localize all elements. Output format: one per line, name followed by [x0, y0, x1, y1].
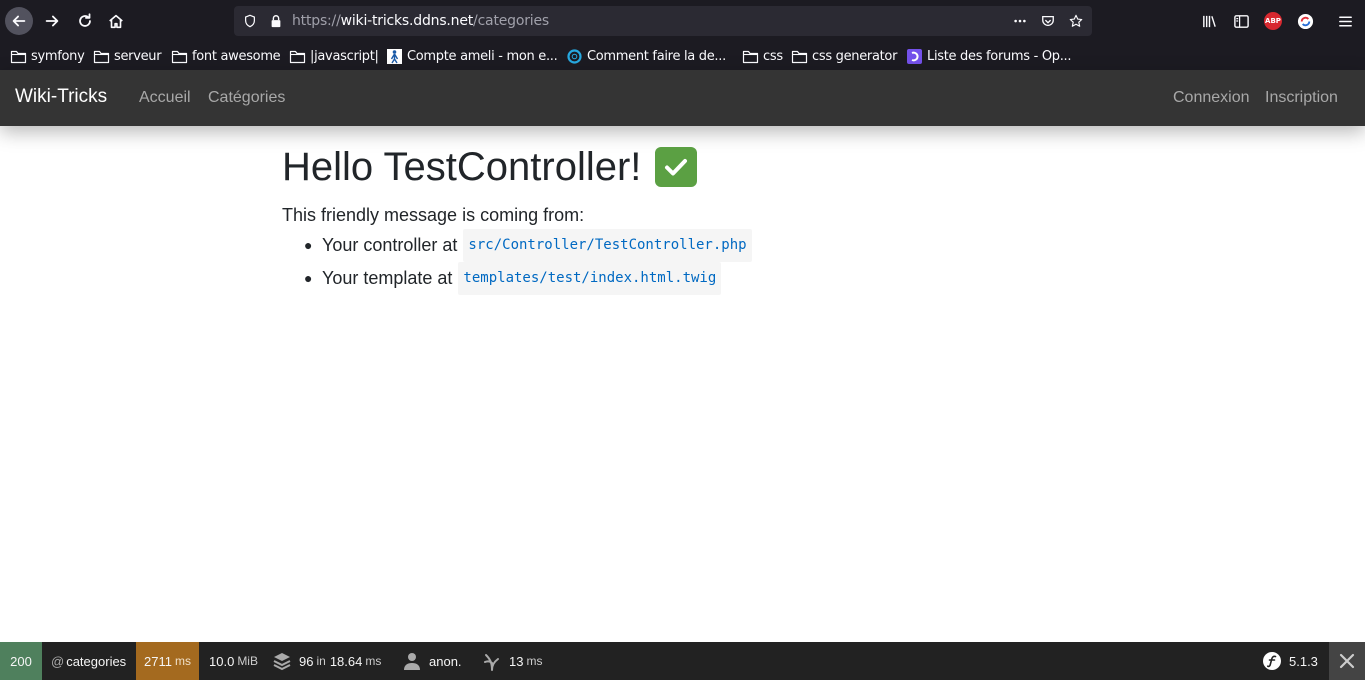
- folder-icon: [791, 49, 808, 64]
- close-icon: [1339, 653, 1355, 669]
- request-time-unit: ms: [174, 654, 191, 668]
- status-code-badge[interactable]: 200: [0, 642, 42, 680]
- nav-link-accueil[interactable]: Accueil: [139, 89, 191, 107]
- templates-in: in: [316, 654, 326, 668]
- browser-toolbar: https://wiki-tricks.ddns.net/categories …: [0, 0, 1365, 42]
- list-item-text: Your controller at: [322, 235, 458, 255]
- pocket-icon[interactable]: [1040, 13, 1056, 29]
- folder-icon: [171, 49, 188, 64]
- home-icon: [109, 14, 123, 29]
- templates-time: 18.64: [329, 653, 363, 669]
- twig-unit: ms: [526, 654, 543, 668]
- forward-button[interactable]: [38, 7, 66, 35]
- templates-count: 96: [299, 653, 314, 669]
- check-mark-button-icon: [655, 147, 698, 187]
- list-item: ● Your template at templates/test/index.…: [304, 262, 1082, 295]
- site-favicon-icon: [566, 48, 583, 64]
- url-scheme: https://: [292, 13, 341, 29]
- bookmark-link[interactable]: Liste des forums - Op...: [906, 46, 1072, 66]
- symfony-version: 5.1.3: [1289, 653, 1318, 669]
- abp-label: ABP: [1265, 17, 1281, 25]
- memory-value: 10.0: [209, 653, 235, 669]
- extension-icon[interactable]: [1295, 11, 1315, 31]
- bookmark-folder[interactable]: font awesome: [171, 46, 281, 66]
- folder-icon: [93, 49, 110, 64]
- more-actions-icon[interactable]: [1012, 13, 1028, 29]
- folder-icon: [742, 49, 759, 64]
- request-time-value: 2711: [144, 653, 172, 669]
- templates-panel[interactable]: 96 in 18.64 ms: [272, 642, 381, 680]
- url-host: wiki-tricks.ddns.net: [340, 13, 474, 29]
- bullet-icon: ●: [304, 270, 313, 286]
- route-panel[interactable]: @ categories: [42, 642, 136, 680]
- template-path-code: templates/test/index.html.twig: [458, 262, 722, 295]
- star-bookmark-icon[interactable]: [1068, 13, 1084, 29]
- controller-path-code: src/Controller/TestController.php: [463, 229, 752, 262]
- symfony-debug-toolbar: 200 @ categories 2711 ms 10.0 MiB 96 in …: [0, 642, 1365, 680]
- url-path: /categories: [473, 13, 549, 29]
- lock-icon[interactable]: [268, 13, 284, 29]
- twig-time: 13: [509, 653, 524, 669]
- page-heading-text: Hello TestController!: [282, 145, 642, 189]
- list-item: ● Your controller at src/Controller/Test…: [304, 229, 1082, 262]
- bookmark-folder[interactable]: symfony: [10, 46, 85, 66]
- list-item-text: Your template at: [322, 268, 453, 288]
- nav-link-categories[interactable]: Catégories: [208, 89, 285, 107]
- twig-icon: [482, 651, 502, 671]
- arrow-right-icon: [45, 15, 59, 27]
- url-text[interactable]: https://wiki-tricks.ddns.net/categories: [292, 13, 549, 29]
- source-list: ● Your controller at src/Controller/Test…: [304, 229, 1082, 295]
- library-icon[interactable]: [1199, 11, 1219, 31]
- ameli-favicon-icon: [386, 48, 403, 64]
- page-heading: Hello TestController!: [282, 140, 1082, 194]
- browser-chrome: https://wiki-tricks.ddns.net/categories …: [0, 0, 1365, 70]
- site-navbar: Wiki-Tricks Accueil Catégories Connexion…: [0, 70, 1365, 126]
- memory-unit: MiB: [237, 654, 258, 668]
- bookmark-folder[interactable]: css: [742, 46, 783, 66]
- bullet-icon: ●: [304, 237, 313, 253]
- adblock-plus-icon[interactable]: ABP: [1264, 12, 1282, 30]
- security-panel[interactable]: anon.: [402, 642, 462, 680]
- back-button[interactable]: [5, 7, 33, 35]
- nav-link-connexion[interactable]: Connexion: [1173, 89, 1250, 107]
- bookmarks-toolbar: symfony serveur font awesome |javascript…: [0, 42, 1365, 70]
- bookmark-folder[interactable]: serveur: [93, 46, 162, 66]
- hamburger-menu-icon[interactable]: [1335, 11, 1355, 31]
- reload-button[interactable]: [71, 7, 99, 35]
- layers-icon: [272, 651, 292, 671]
- home-button[interactable]: [102, 7, 130, 35]
- user-icon: [402, 651, 422, 671]
- symfony-logo-icon: [1262, 651, 1282, 671]
- memory-panel[interactable]: 10.0 MiB: [209, 642, 258, 680]
- reload-icon: [79, 13, 91, 27]
- address-bar[interactable]: https://wiki-tricks.ddns.net/categories: [234, 6, 1092, 36]
- arrow-left-icon: [12, 15, 26, 27]
- bookmark-folder[interactable]: |javascript|: [289, 46, 379, 66]
- openclassrooms-favicon-icon: [906, 48, 923, 64]
- sidebar-toggle-icon[interactable]: [1231, 11, 1251, 31]
- brand-link[interactable]: Wiki-Tricks: [15, 86, 107, 108]
- intro-text: This friendly message is coming from:: [282, 205, 585, 225]
- bookmark-folder[interactable]: css generator: [791, 46, 897, 66]
- symfony-version-panel[interactable]: 5.1.3: [1262, 642, 1318, 680]
- request-time-panel[interactable]: 2711 ms: [136, 642, 199, 680]
- route-at-symbol: @: [51, 653, 65, 669]
- twig-panel[interactable]: 13 ms: [482, 642, 542, 680]
- bookmark-link[interactable]: Compte ameli - mon e...: [386, 46, 558, 66]
- folder-icon: [10, 49, 27, 64]
- templates-unit: ms: [365, 654, 382, 668]
- shield-icon[interactable]: [242, 13, 258, 29]
- folder-icon: [289, 49, 306, 64]
- nav-link-inscription[interactable]: Inscription: [1265, 89, 1338, 107]
- bookmark-link[interactable]: Comment faire la de...: [566, 46, 726, 66]
- toolbar-close-button[interactable]: [1329, 642, 1365, 680]
- main-content: Hello TestController! This friendly mess…: [282, 140, 1082, 295]
- user-name: anon.: [429, 653, 462, 669]
- route-name: categories: [66, 653, 127, 669]
